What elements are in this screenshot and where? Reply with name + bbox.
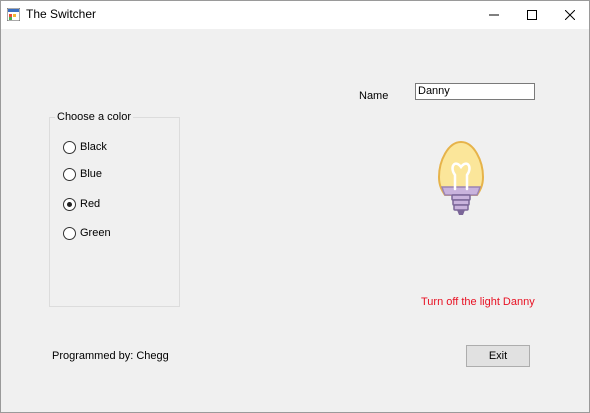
maximize-button[interactable] [513,1,551,29]
main-window: The Switcher Name Choose a color Black B… [0,0,590,413]
radio-blue[interactable]: Blue [63,167,102,181]
radio-button-icon[interactable] [63,167,76,181]
name-label: Name [359,90,389,102]
radio-label: Green [80,227,111,239]
color-group-title: Choose a color [55,111,133,123]
name-input[interactable] [415,83,535,100]
radio-button-icon[interactable] [63,140,76,154]
exit-button[interactable]: Exit [466,345,530,367]
window-title: The Switcher [26,7,97,21]
radio-green[interactable]: Green [63,226,111,240]
maximize-icon [527,10,537,20]
radio-button-icon[interactable] [63,226,76,240]
close-button[interactable] [551,1,589,29]
radio-button-checked-icon[interactable] [63,197,76,211]
title-bar[interactable]: The Switcher [1,1,589,29]
minimize-button[interactable] [475,1,513,29]
status-message: Turn off the light Danny [421,296,535,308]
radio-black[interactable]: Black [63,140,107,154]
radio-dot [67,201,72,207]
credit-label: Programmed by: Chegg [52,350,169,362]
minimize-icon [489,14,499,16]
radio-label: Blue [80,168,103,180]
light-bulb-icon[interactable] [435,139,487,223]
windows-form-icon [7,8,20,21]
radio-label: Red [80,198,101,210]
radio-label: Black [80,141,107,153]
close-icon [565,10,575,20]
radio-red[interactable]: Red [63,197,100,211]
